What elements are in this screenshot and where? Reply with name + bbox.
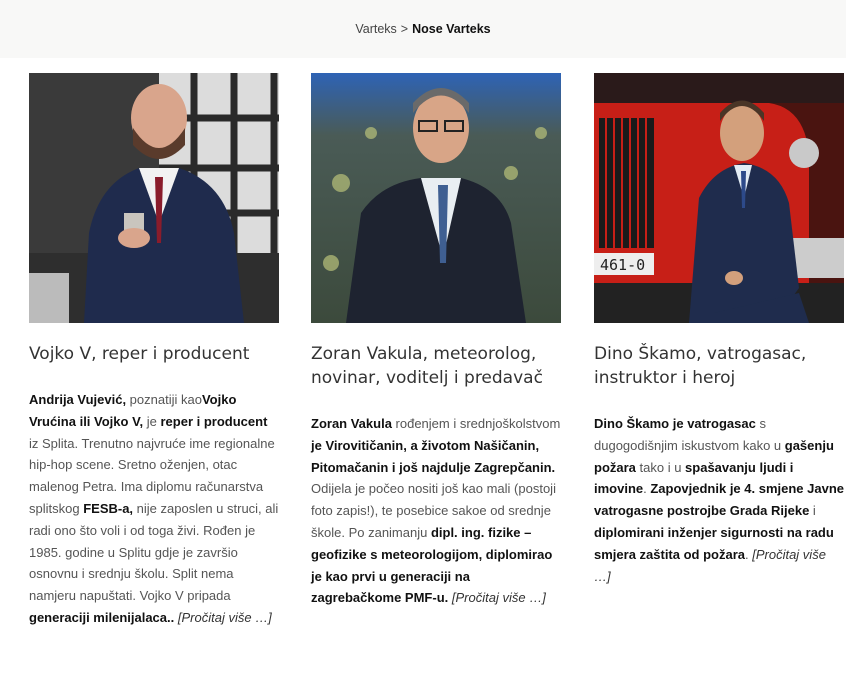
bio-text: tako i u bbox=[635, 459, 686, 475]
bio-text: i bbox=[809, 503, 816, 519]
person-bio: Andrija Vujević, poznatiji kaoVojko Vruć… bbox=[29, 389, 279, 629]
person-name-title[interactable]: Vojko V, reper i producent bbox=[29, 342, 279, 366]
breadcrumb-current: Nose Varteks bbox=[412, 22, 491, 36]
bio-bold-text: Andrija Vujević, bbox=[29, 392, 127, 407]
bio-bold-text: FESB-a, bbox=[83, 500, 134, 516]
read-more-link[interactable]: [Pročitaj više …] bbox=[452, 590, 546, 605]
truck-license-plate: 461-0 bbox=[600, 256, 645, 274]
bio-bold-text: Zoran Vakula bbox=[311, 416, 392, 431]
person-photo-dino[interactable]: 461-0 bbox=[594, 73, 844, 323]
bio-bold-text: reper i producent bbox=[160, 413, 268, 429]
person-name-title[interactable]: Dino Škamo, vatrogasac, instruktor i her… bbox=[594, 342, 844, 390]
person-bio: Dino Škamo je vatrogasac s dugogodišnjim… bbox=[594, 413, 844, 587]
person-card-dino: 461-0 Dino Škamo, vatrogasac, instruktor… bbox=[594, 73, 844, 587]
read-more-link[interactable]: [Pročitaj više …] bbox=[178, 610, 272, 625]
breadcrumb: Varteks > Nose Varteks bbox=[0, 0, 846, 58]
breadcrumb-parent-link[interactable]: Varteks bbox=[355, 22, 396, 36]
bio-text: poznatiji kao bbox=[126, 392, 202, 407]
person-card-zoran: Zoran Vakula, meteorolog, novinar, vodit… bbox=[311, 73, 561, 609]
bio-text: je bbox=[143, 413, 161, 429]
person-photo-vojko[interactable] bbox=[29, 73, 279, 323]
person-photo-zoran[interactable] bbox=[311, 73, 561, 323]
bio-bold-text: Dino Škamo je vatrogasac bbox=[594, 416, 756, 431]
bio-text: nije zaposlen u struci, ali radi ono što… bbox=[29, 500, 279, 604]
breadcrumb-separator: > bbox=[400, 22, 409, 36]
bio-bold-text: generaciji milenijalaca.. bbox=[29, 609, 175, 625]
bio-bold-text: je Virovitičanin, a životom Našičanin, P… bbox=[311, 437, 556, 475]
person-name-title[interactable]: Zoran Vakula, meteorolog, novinar, vodit… bbox=[311, 342, 561, 390]
person-card-vojko: Vojko V, reper i producent Andrija Vujev… bbox=[29, 73, 279, 629]
person-bio: Zoran Vakula rođenjem i srednjoškolstvom… bbox=[311, 413, 561, 609]
bio-text: rođenjem i srednjoškolstvom bbox=[391, 416, 561, 431]
